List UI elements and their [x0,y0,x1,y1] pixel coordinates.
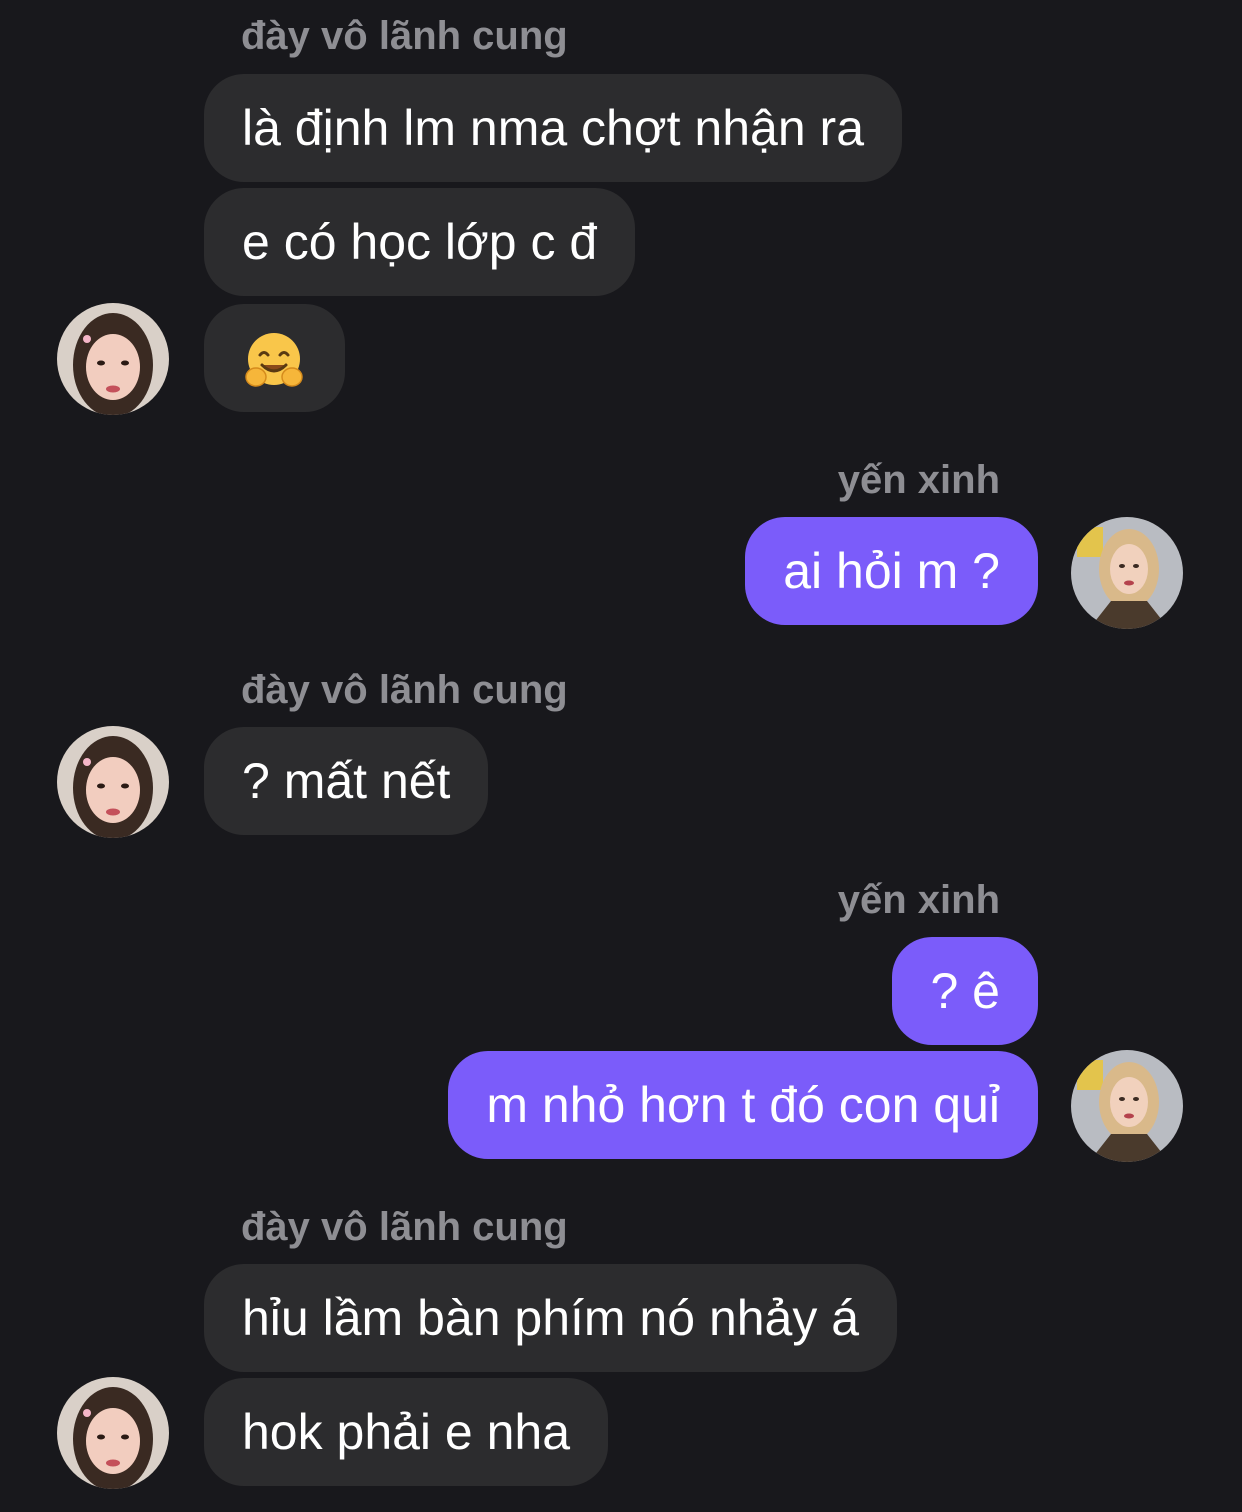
avatar[interactable] [57,1377,169,1489]
message-bubble[interactable]: ? ê [892,937,1038,1045]
message-bubble[interactable]: là định lm nma chợt nhận ra [204,74,902,182]
avatar[interactable] [57,303,169,415]
hugging-face-emoji-icon [242,322,306,430]
message-bubble[interactable]: ai hỏi m ? [745,517,1038,625]
emoji-message-bubble[interactable] [204,304,345,412]
avatar[interactable] [57,726,169,838]
avatar[interactable] [1071,517,1183,629]
sender-name: đày vô lãnh cung [241,1205,568,1249]
message-bubble[interactable]: hok phải e nha [204,1378,609,1486]
sender-name: yến xinh [837,878,1000,922]
sender-name: yến xinh [837,458,1000,502]
sender-name: đày vô lãnh cung [241,668,568,712]
sender-name: đày vô lãnh cung [241,14,568,58]
message-bubble[interactable]: m nhỏ hơn t đó con quỉ [448,1051,1038,1159]
message-bubble[interactable]: e có học lớp c đ [204,188,636,296]
message-bubble[interactable]: ? mất nết [204,727,489,835]
avatar[interactable] [1071,1050,1183,1162]
message-bubble[interactable]: hỉu lầm bàn phím nó nhảy á [204,1264,898,1372]
